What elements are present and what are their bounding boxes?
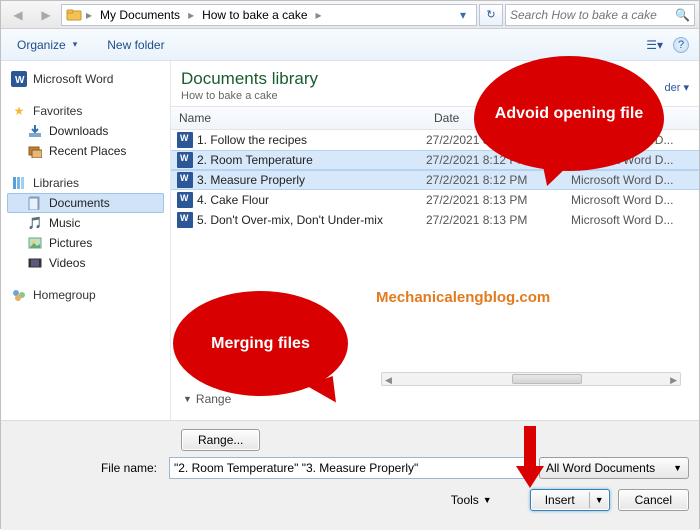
refresh-button[interactable]: ↻ xyxy=(479,4,503,26)
filter-label: All Word Documents xyxy=(546,461,655,475)
file-name: 3. Measure Properly xyxy=(197,173,305,187)
insert-button[interactable]: Insert ▼ xyxy=(530,489,610,511)
dialog-footer: Range... File name: All Word Documents ▼… xyxy=(1,420,699,530)
file-date: 27/2/2021 8:13 PM xyxy=(426,193,571,207)
word-icon: W xyxy=(11,71,27,87)
range-collapsed-label: Range xyxy=(196,392,231,406)
address-bar: ◀ ▶ ▸ My Documents ▸ How to bake a cake … xyxy=(1,1,699,29)
videos-icon xyxy=(27,255,43,271)
file-row[interactable]: 3. Measure Properly27/2/2021 8:12 PMMicr… xyxy=(171,170,699,190)
scroll-left-icon[interactable]: ◀ xyxy=(385,375,392,386)
word-doc-icon xyxy=(177,192,193,208)
sidebar-item-label: Pictures xyxy=(49,236,92,250)
insert-dropdown-icon[interactable]: ▼ xyxy=(589,492,609,508)
organize-button[interactable]: Organize xyxy=(11,35,83,55)
chevron-right-icon[interactable]: ▸ xyxy=(84,8,94,22)
sidebar-item-word[interactable]: W Microsoft Word xyxy=(7,69,164,89)
sidebar-item-pictures[interactable]: Pictures xyxy=(7,233,164,253)
chevron-down-icon: ▼ xyxy=(483,495,492,505)
tools-label: Tools xyxy=(451,493,479,507)
word-doc-icon xyxy=(177,132,193,148)
file-row[interactable]: 5. Don't Over-mix, Don't Under-mix 27/2/2… xyxy=(171,210,699,230)
svg-text:W: W xyxy=(15,75,25,86)
cancel-button[interactable]: Cancel xyxy=(618,489,689,511)
sidebar-item-favorites[interactable]: ★ Favorites xyxy=(7,101,164,121)
tools-menu[interactable]: Tools ▼ xyxy=(451,493,492,507)
file-row[interactable]: 4. Cake Flour 27/2/2021 8:13 PMMicrosoft … xyxy=(171,190,699,210)
chevron-right-icon[interactable]: ▸ xyxy=(314,8,324,22)
word-doc-icon xyxy=(177,152,193,168)
file-name: 4. Cake Flour xyxy=(197,193,269,207)
chevron-down-icon[interactable]: ▼ xyxy=(183,394,192,404)
sidebar-item-homegroup[interactable]: Homegroup xyxy=(7,285,164,305)
help-button[interactable]: ? xyxy=(673,37,689,53)
file-type: Microsoft Word D... xyxy=(571,213,699,227)
sidebar-item-label: Libraries xyxy=(33,176,79,190)
annotation-merge: Merging files xyxy=(173,291,348,396)
file-type: Microsoft Word D... xyxy=(571,173,699,187)
sidebar-item-label: Downloads xyxy=(49,124,108,138)
pictures-icon xyxy=(27,235,43,251)
search-field[interactable] xyxy=(510,8,673,22)
column-header-name[interactable]: Name xyxy=(171,107,426,129)
star-icon: ★ xyxy=(11,103,27,119)
dropdown-icon[interactable]: ▾ xyxy=(452,8,474,22)
view-options-button[interactable]: ☰▾ xyxy=(646,38,663,52)
annotation-avoid: Advoid opening file xyxy=(474,56,664,171)
range-button[interactable]: Range... xyxy=(181,429,260,451)
breadcrumb[interactable]: ▸ My Documents ▸ How to bake a cake ▸ ▾ xyxy=(61,4,477,26)
sidebar-item-label: Music xyxy=(49,216,80,230)
music-icon: 🎵 xyxy=(27,215,43,231)
downloads-icon xyxy=(27,123,43,139)
horizontal-scrollbar[interactable]: ◀ ▶ xyxy=(381,372,681,386)
watermark-text: Mechanicalengblog.com xyxy=(376,289,550,306)
sidebar-item-label: Videos xyxy=(49,256,85,270)
sidebar-item-downloads[interactable]: Downloads xyxy=(7,121,164,141)
sidebar-item-documents[interactable]: Documents xyxy=(7,193,164,213)
sidebar-item-label: Favorites xyxy=(33,104,82,118)
sidebar-item-label: Recent Places xyxy=(49,144,126,158)
file-type-filter[interactable]: All Word Documents ▼ xyxy=(539,457,689,479)
libraries-icon xyxy=(11,175,27,191)
navigation-pane: W Microsoft Word ★ Favorites Downloads R… xyxy=(1,61,171,420)
recent-icon xyxy=(27,143,43,159)
documents-icon xyxy=(27,195,43,211)
filename-input[interactable] xyxy=(169,457,531,479)
word-doc-icon xyxy=(177,212,193,228)
file-name: 2. Room Temperature xyxy=(197,153,313,167)
chevron-down-icon: ▼ xyxy=(673,463,682,473)
sidebar-item-label: Documents xyxy=(49,196,110,210)
sidebar-item-label: Microsoft Word xyxy=(33,72,113,86)
nav-back-button[interactable]: ◀ xyxy=(5,4,31,26)
word-doc-icon xyxy=(177,172,193,188)
toolbar: Organize New folder ☰▾ ? xyxy=(1,29,699,61)
chevron-right-icon[interactable]: ▸ xyxy=(186,8,196,22)
scroll-right-icon[interactable]: ▶ xyxy=(670,375,677,386)
new-folder-button[interactable]: New folder xyxy=(101,35,170,55)
arrange-by-link[interactable]: der ▾ xyxy=(665,81,689,94)
file-name: 5. Don't Over-mix, Don't Under-mix xyxy=(197,213,383,227)
search-input[interactable]: 🔍 xyxy=(505,4,695,26)
insert-label: Insert xyxy=(531,490,589,510)
homegroup-icon xyxy=(11,287,27,303)
scroll-thumb[interactable] xyxy=(512,374,582,384)
search-icon: 🔍 xyxy=(675,8,690,22)
sidebar-item-libraries[interactable]: Libraries xyxy=(7,173,164,193)
breadcrumb-item[interactable]: My Documents xyxy=(94,5,186,25)
breadcrumb-item[interactable]: How to bake a cake xyxy=(196,5,313,25)
sidebar-item-recent[interactable]: Recent Places xyxy=(7,141,164,161)
folder-icon xyxy=(66,7,82,23)
file-date: 27/2/2021 8:13 PM xyxy=(426,213,571,227)
arrow-annotation-icon xyxy=(521,426,539,486)
sidebar-item-music[interactable]: 🎵 Music xyxy=(7,213,164,233)
sidebar-item-videos[interactable]: Videos xyxy=(7,253,164,273)
nav-forward-button[interactable]: ▶ xyxy=(33,4,59,26)
filename-label: File name: xyxy=(11,461,161,475)
file-type: Microsoft Word D... xyxy=(571,193,699,207)
file-name: 1. Follow the recipes xyxy=(197,133,307,147)
sidebar-item-label: Homegroup xyxy=(33,288,96,302)
